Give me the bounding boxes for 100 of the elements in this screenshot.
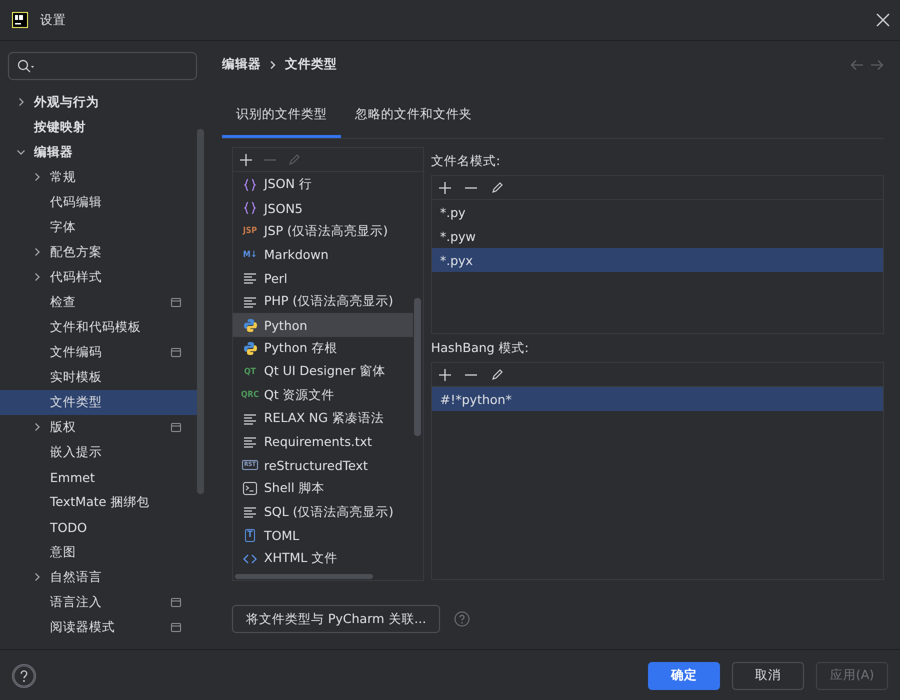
file-type-label: RELAX NG 紧凑语法 <box>264 410 384 428</box>
sidebar-item[interactable]: Emmet <box>0 465 197 490</box>
tab[interactable]: 识别的文件类型 <box>222 96 341 138</box>
breadcrumb-item: 文件类型 <box>285 56 337 73</box>
snake-icon <box>242 317 258 334</box>
sidebar-item[interactable]: 自然语言 <box>0 565 197 590</box>
file-type-item[interactable]: JSON 行 <box>233 173 413 196</box>
sidebar-item[interactable]: 文件编码 <box>0 340 197 365</box>
sidebar-item[interactable]: 文件类型 <box>0 390 197 415</box>
chevron-right-icon[interactable] <box>32 572 42 582</box>
sidebar-item[interactable]: TODO <box>0 515 197 540</box>
search-icon <box>17 59 35 73</box>
braces-icon <box>242 176 258 193</box>
close-icon[interactable] <box>876 13 890 27</box>
chevron-right-icon[interactable] <box>16 97 26 107</box>
file-type-item[interactable]: JSP JSP (仅语法高亮显示) <box>233 220 413 244</box>
sidebar-item[interactable]: 编辑器 <box>0 140 197 165</box>
chevron-right-icon[interactable] <box>32 247 42 257</box>
sidebar-item[interactable]: 外观与行为 <box>0 90 197 115</box>
scrollbar[interactable] <box>197 129 204 494</box>
chevron-down-icon[interactable] <box>16 147 26 157</box>
file-type-label: Shell 脚本 <box>264 480 324 498</box>
help-icon[interactable] <box>12 664 36 688</box>
pattern-item[interactable]: *.py <box>432 200 883 224</box>
sidebar-item[interactable]: 代码编辑 <box>0 190 197 215</box>
dialog-button[interactable]: 取消 <box>732 662 804 690</box>
sidebar-item[interactable]: 文件和代码模板 <box>0 315 197 340</box>
file-badge-icon: QT <box>242 364 258 380</box>
file-type-label: Requirements.txt <box>264 434 372 450</box>
app-logo-icon <box>12 12 28 28</box>
sidebar-item[interactable]: 代码样式 <box>0 265 197 290</box>
file-type-label: TOML <box>264 528 300 544</box>
file-type-label: reStructuredText <box>264 458 368 473</box>
file-badge-icon: T <box>245 529 255 542</box>
chevron-right-icon[interactable] <box>32 422 42 432</box>
sidebar-item[interactable]: 意图 <box>0 540 197 565</box>
section-label: HashBang 模式: <box>431 340 530 357</box>
file-type-item[interactable]: Python 存根 <box>233 336 413 360</box>
terminal-icon <box>242 480 258 497</box>
search-field[interactable] <box>8 52 197 80</box>
pattern-item[interactable]: *.pyw <box>432 224 883 248</box>
file-badge-icon: M↓ <box>242 246 258 263</box>
pattern-item[interactable]: *.pyx <box>432 248 883 272</box>
window-title: 设置 <box>40 12 66 28</box>
sidebar-item[interactable]: TextMate 捆绑包 <box>0 490 197 515</box>
file-type-label: JSON 行 <box>264 176 312 194</box>
file-type-item[interactable]: M↓ Markdown <box>233 243 413 267</box>
dialog-button[interactable]: 确定 <box>648 662 720 690</box>
tab[interactable]: 忽略的文件和文件夹 <box>341 96 486 138</box>
add-icon[interactable] <box>438 180 452 194</box>
scrollbar[interactable] <box>414 298 421 436</box>
scrollbar[interactable] <box>235 574 373 579</box>
add-icon[interactable] <box>239 152 253 166</box>
chevron-right-icon <box>269 60 277 70</box>
sidebar-item[interactable]: 版权 <box>0 415 197 440</box>
file-type-item[interactable]: PHP (仅语法高亮显示) <box>233 290 413 314</box>
file-type-item[interactable]: RELAX NG 紧凑语法 <box>233 406 413 430</box>
add-icon[interactable] <box>438 368 452 382</box>
file-type-label: Python 存根 <box>264 340 338 357</box>
file-type-label: JSON5 <box>264 200 303 216</box>
file-type-label: SQL (仅语法高亮显示) <box>264 504 394 521</box>
file-type-item[interactable]: Python <box>233 313 413 337</box>
file-badge-icon: JSP <box>242 223 258 240</box>
sidebar-item[interactable]: 字体 <box>0 215 197 240</box>
section-label: 文件名模式: <box>431 153 502 170</box>
sidebar-item[interactable]: 阅读器模式 <box>0 615 197 640</box>
pattern-item[interactable]: #!*python* <box>432 387 883 411</box>
snake-icon <box>242 340 258 356</box>
file-type-label: Qt 资源文件 <box>264 386 335 404</box>
sidebar-item[interactable]: 语言注入 <box>0 590 197 615</box>
file-type-label: PHP (仅语法高亮显示) <box>264 293 394 310</box>
sidebar-item[interactable]: 配色方案 <box>0 240 197 265</box>
file-type-label: JSP (仅语法高亮显示) <box>264 222 388 240</box>
associate-button[interactable]: 将文件类型与 PyCharm 关联... <box>232 605 440 633</box>
file-type-item[interactable]: QT Qt UI Designer 窗体 <box>233 360 413 384</box>
file-type-item[interactable]: T TOML <box>233 524 413 548</box>
braces-icon <box>242 200 258 216</box>
file-type-item[interactable]: XHTML 文件 <box>233 547 413 571</box>
file-type-item[interactable]: Shell 脚本 <box>233 477 413 500</box>
sidebar-item[interactable]: 常规 <box>0 165 197 190</box>
file-type-label: Python <box>264 318 308 333</box>
file-type-item[interactable]: QRC Qt 资源文件 <box>233 384 413 407</box>
file-type-label: Qt UI Designer 窗体 <box>264 363 386 380</box>
sidebar-item[interactable]: 实时模板 <box>0 365 197 390</box>
breadcrumb-item: 编辑器 <box>222 56 261 73</box>
file-type-item[interactable]: JSON5 <box>233 196 413 220</box>
file-type-item[interactable]: Requirements.txt <box>233 430 413 454</box>
file-type-item[interactable]: SQL (仅语法高亮显示) <box>233 500 413 524</box>
pencil-icon[interactable] <box>490 180 504 194</box>
sidebar-item[interactable]: 按键映射 <box>0 115 197 140</box>
sidebar-item[interactable]: 嵌入提示 <box>0 440 197 465</box>
file-type-label: Perl <box>264 270 288 286</box>
sidebar-item[interactable]: 检查 <box>0 290 197 315</box>
pencil-icon[interactable] <box>490 368 504 382</box>
file-type-label: Markdown <box>264 247 329 262</box>
file-type-item[interactable]: Perl <box>233 266 413 290</box>
chevron-right-icon[interactable] <box>32 172 42 182</box>
chevron-right-icon[interactable] <box>32 272 42 282</box>
file-badge-icon: QRC <box>242 387 258 404</box>
file-type-label: XHTML 文件 <box>264 550 338 568</box>
